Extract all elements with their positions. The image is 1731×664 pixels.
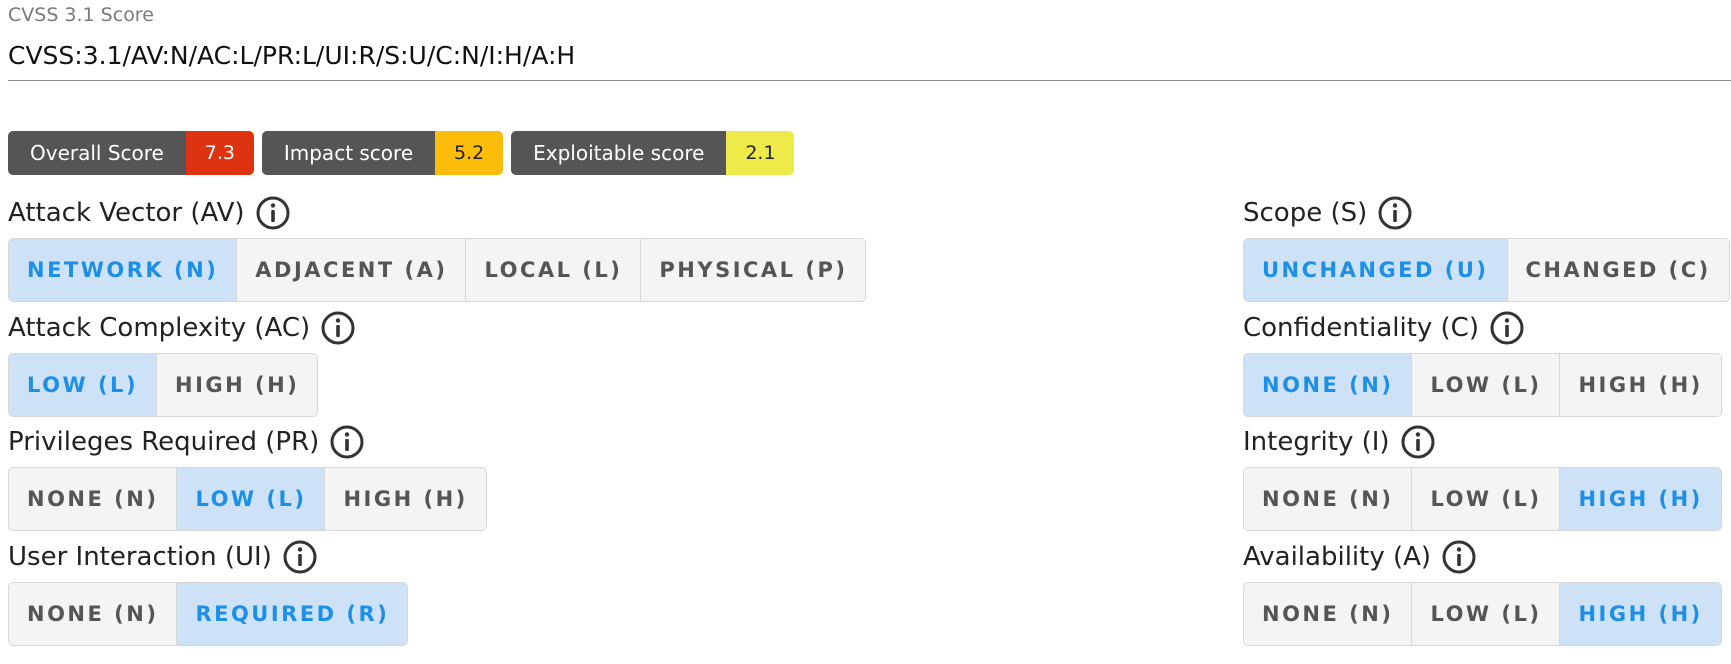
option-high-h-button[interactable]: HIGH (H): [325, 468, 486, 530]
metric-header: Scope (S): [1243, 193, 1730, 233]
info-circle-icon[interactable]: [1441, 539, 1477, 575]
option-high-h-button[interactable]: HIGH (H): [1560, 468, 1721, 530]
info-circle-icon[interactable]: [320, 310, 356, 346]
exploitable-score-value: 2.1: [726, 131, 795, 175]
metric-title: Confidentiality (C): [1243, 313, 1479, 343]
info-circle-icon[interactable]: [255, 195, 291, 231]
metric-availability: Availability (A) NONE (N) LOW (L) HIGH (H): [1243, 537, 1722, 646]
metric-header: Availability (A): [1243, 537, 1722, 577]
metric-attack-complexity: Attack Complexity (AC) LOW (L) HIGH (H): [8, 308, 356, 417]
metric-integrity: Integrity (I) NONE (N) LOW (L) HIGH (H): [1243, 422, 1722, 531]
metric-title: User Interaction (UI): [8, 542, 272, 572]
option-changed-c-button[interactable]: CHANGED (C): [1507, 239, 1729, 301]
option-group: NONE (N) LOW (L) HIGH (H): [1243, 467, 1722, 531]
info-circle-icon[interactable]: [1400, 424, 1436, 460]
option-high-h-button[interactable]: HIGH (H): [1560, 583, 1721, 645]
metric-title: Integrity (I): [1243, 427, 1390, 457]
overall-score-value: 7.3: [185, 131, 254, 175]
option-required-r-button[interactable]: REQUIRED (R): [177, 583, 408, 645]
score-summary: Overall Score 7.3 Impact score 5.2 Explo…: [8, 131, 795, 175]
metric-header: Attack Complexity (AC): [8, 308, 356, 348]
metric-header: Confidentiality (C): [1243, 308, 1722, 348]
overall-score-label: Overall Score: [8, 131, 186, 175]
metric-scope: Scope (S) UNCHANGED (U) CHANGED (C): [1243, 193, 1730, 302]
metric-title: Scope (S): [1243, 198, 1368, 228]
option-group: NONE (N) LOW (L) HIGH (H): [8, 467, 487, 531]
exploitable-score-badge: Exploitable score 2.1: [511, 131, 795, 175]
metric-user-interaction: User Interaction (UI) NONE (N) REQUIRED (R…: [8, 537, 409, 646]
option-low-l-button[interactable]: LOW (L): [177, 468, 326, 530]
metric-header: Integrity (I): [1243, 422, 1722, 462]
option-none-n-button[interactable]: NONE (N): [9, 583, 178, 645]
option-group: NONE (N) LOW (L) HIGH (H): [1243, 353, 1722, 417]
option-low-l-button[interactable]: LOW (L): [1412, 468, 1561, 530]
option-high-h-button[interactable]: HIGH (H): [157, 354, 318, 416]
metric-title: Availability (A): [1243, 542, 1432, 572]
info-circle-icon[interactable]: [1489, 310, 1525, 346]
metric-header: Attack Vector (AV): [8, 193, 866, 233]
option-group: NONE (N) REQUIRED (R): [8, 582, 409, 646]
option-network-n-button[interactable]: NETWORK (N): [9, 239, 238, 301]
option-high-h-button[interactable]: HIGH (H): [1560, 354, 1721, 416]
info-circle-icon[interactable]: [1377, 195, 1413, 231]
metric-header: User Interaction (UI): [8, 537, 408, 577]
option-low-l-button[interactable]: LOW (L): [1412, 354, 1561, 416]
option-none-n-button[interactable]: NONE (N): [1244, 583, 1413, 645]
info-circle-icon[interactable]: [282, 539, 318, 575]
option-adjacent-a-button[interactable]: ADJACENT (A): [237, 239, 467, 301]
option-group: NONE (N) LOW (L) HIGH (H): [1243, 582, 1722, 646]
metric-privileges-required: Privileges Required (PR) NONE (N) LOW (L) H…: [8, 422, 487, 531]
cvss-vector-input[interactable]: [8, 30, 1731, 81]
info-circle-icon[interactable]: [329, 424, 365, 460]
cvss-score-label: CVSS 3.1 Score: [8, 4, 154, 26]
impact-score-badge: Impact score 5.2: [261, 131, 504, 175]
metric-attack-vector: Attack Vector (AV) NETWORK (N) ADJACENT (A…: [8, 193, 867, 302]
option-low-l-button[interactable]: LOW (L): [1412, 583, 1561, 645]
impact-score-label: Impact score: [261, 131, 436, 175]
metric-title: Attack Complexity (AC): [8, 313, 311, 343]
metric-title: Attack Vector (AV): [8, 198, 245, 228]
option-unchanged-u-button[interactable]: UNCHANGED (U): [1244, 239, 1508, 301]
metric-title: Privileges Required (PR): [8, 427, 320, 457]
option-group: UNCHANGED (U) CHANGED (C): [1243, 238, 1730, 302]
option-none-n-button[interactable]: NONE (N): [1244, 468, 1413, 530]
overall-score-badge: Overall Score 7.3: [8, 131, 254, 175]
option-group: LOW (L) HIGH (H): [8, 353, 319, 417]
option-local-l-button[interactable]: LOCAL (L): [466, 239, 642, 301]
exploitable-score-label: Exploitable score: [511, 131, 727, 175]
option-group: NETWORK (N) ADJACENT (A) LOCAL (L) PHYSICAL…: [8, 238, 867, 302]
impact-score-value: 5.2: [435, 131, 504, 175]
metric-header: Privileges Required (PR): [8, 422, 487, 462]
metric-confidentiality: Confidentiality (C) NONE (N) LOW (L) HIGH (…: [1243, 308, 1722, 417]
option-low-l-button[interactable]: LOW (L): [9, 354, 158, 416]
option-none-n-button[interactable]: NONE (N): [1244, 354, 1413, 416]
option-none-n-button[interactable]: NONE (N): [9, 468, 178, 530]
option-physical-p-button[interactable]: PHYSICAL (P): [641, 239, 866, 301]
